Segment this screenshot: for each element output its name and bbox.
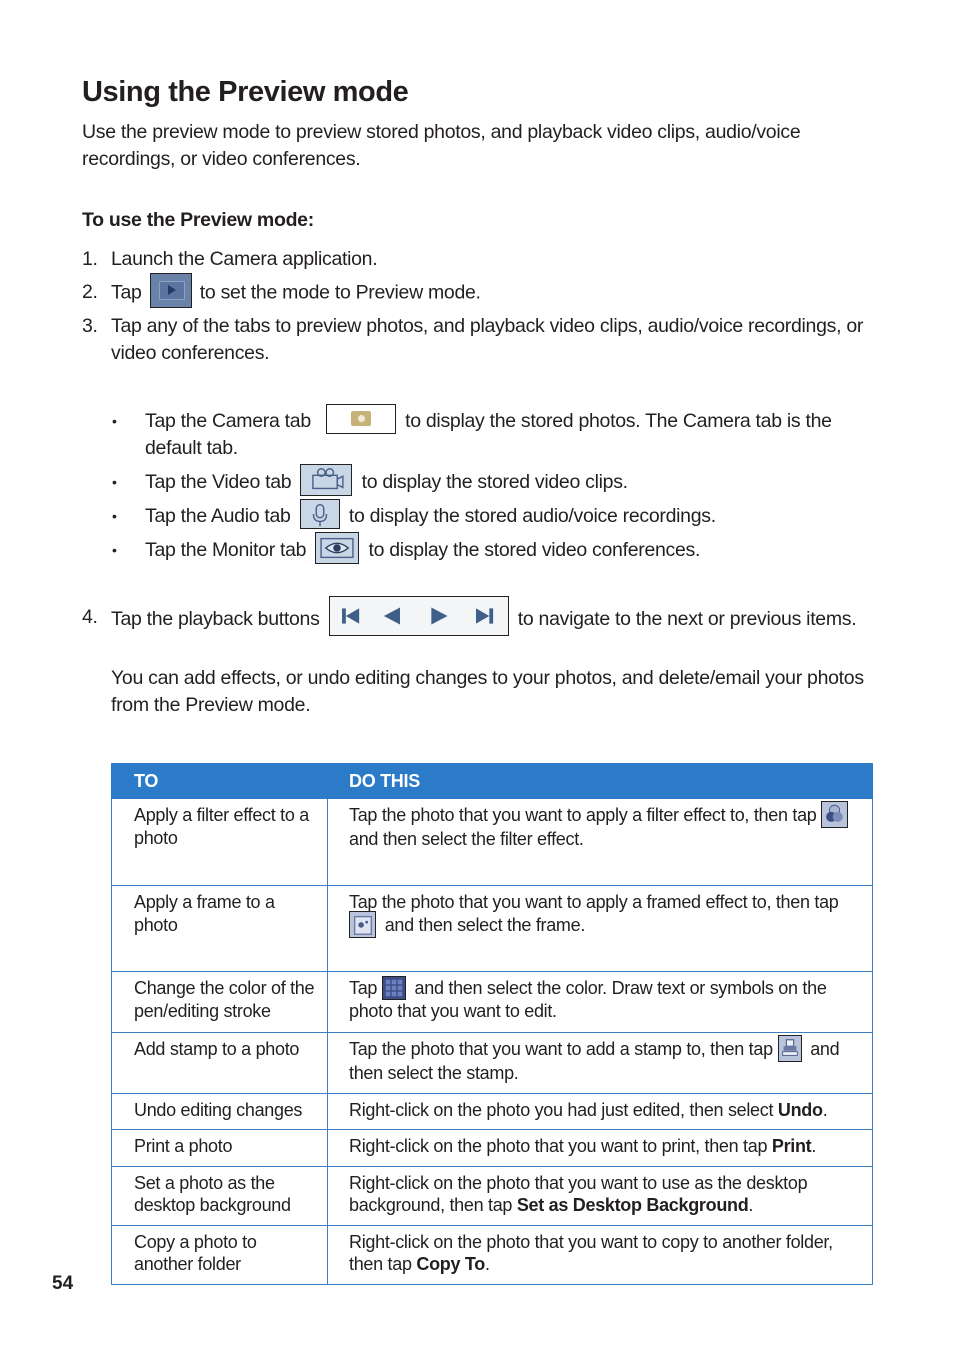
step-text-after: to set the mode to Preview mode. bbox=[194, 281, 481, 304]
next-item-icon bbox=[431, 607, 448, 625]
table-header-row: TO DO THIS bbox=[111, 763, 873, 799]
cell-text: and then select the filter effect. bbox=[349, 829, 584, 850]
cell-text: Right-click on the photo that you want t… bbox=[349, 1136, 768, 1157]
step-number: 2. bbox=[82, 281, 98, 303]
filter-effect-icon bbox=[821, 801, 849, 829]
cell-text: and then select the color. Draw text or … bbox=[349, 978, 827, 1021]
menu-command-copy-to: Copy To bbox=[416, 1254, 485, 1275]
last-item-icon bbox=[475, 608, 493, 624]
actions-table: TO DO THIS Apply a filter effect to a ph… bbox=[111, 763, 873, 1285]
step-number: 3. bbox=[82, 315, 98, 337]
note-text: You can add effects, or undo editing cha… bbox=[111, 667, 864, 716]
bullet-text-after: to display the stored video clips. bbox=[356, 471, 629, 493]
step-text: Launch the Camera application. bbox=[111, 248, 378, 270]
cell-do-this: Right-click on the photo you had just ed… bbox=[327, 1092, 873, 1131]
cell-do-this: Tap and then select the color. Draw text… bbox=[327, 971, 873, 1033]
intro-paragraph: Use the preview mode to preview stored p… bbox=[82, 121, 801, 170]
bullet-text-after: to display the stored audio/voice record… bbox=[343, 505, 716, 527]
video-tab-icon bbox=[300, 463, 353, 496]
playback-buttons-icon bbox=[328, 596, 509, 636]
step-number: 1. bbox=[82, 248, 98, 270]
audio-tab-icon bbox=[299, 498, 340, 529]
table-row: Change the color of the pen/editing stro… bbox=[111, 971, 873, 1033]
cell-do-this: Tap the photo that you want to add a sta… bbox=[327, 1032, 873, 1094]
table-row: Undo editing changes Right-click on the … bbox=[111, 1092, 873, 1131]
color-palette-icon bbox=[381, 975, 406, 1000]
bullet-text: Tap the Video tab to display the stored … bbox=[145, 463, 872, 496]
cell-text: and then select the frame. bbox=[380, 914, 586, 935]
bullet-symbol: • bbox=[112, 508, 117, 524]
bullet-text-before: Tap the Camera tab bbox=[145, 410, 316, 432]
cell-do-this: Right-click on the photo that you want t… bbox=[327, 1224, 873, 1285]
cell-text: Right-click on the photo you had just ed… bbox=[349, 1099, 774, 1120]
bullet-text-before: Tap the Audio tab bbox=[145, 505, 296, 527]
table-row: Set a photo as the desktop background Ri… bbox=[111, 1165, 873, 1226]
stamp-icon bbox=[777, 1035, 802, 1063]
cell-text: . bbox=[748, 1195, 754, 1216]
cell-do-this: Right-click on the photo that you want t… bbox=[327, 1129, 873, 1167]
menu-command-print: Print bbox=[771, 1136, 812, 1157]
cell-to: Copy a photo to another folder bbox=[111, 1224, 328, 1285]
cell-do-this: Tap the photo that you want to apply a f… bbox=[327, 885, 873, 972]
table-row: Copy a photo to another folder Right-cli… bbox=[111, 1224, 873, 1285]
bullet-text-after: to display the stored video conferences. bbox=[363, 539, 701, 561]
header-do-this: DO THIS bbox=[327, 763, 873, 799]
cell-to: Undo editing changes bbox=[111, 1092, 328, 1131]
bullet-text-before: Tap the Monitor tab bbox=[145, 539, 312, 561]
preview-mode-icon bbox=[149, 273, 192, 308]
header-to: TO bbox=[111, 763, 328, 799]
cell-to: Apply a frame to a photo bbox=[111, 885, 328, 972]
cell-to: Change the color of the pen/editing stro… bbox=[111, 971, 328, 1033]
bullet-symbol: • bbox=[112, 474, 117, 490]
cell-to: Apply a filter effect to a photo bbox=[111, 798, 328, 886]
cell-text: . bbox=[811, 1136, 817, 1157]
camera-tab-icon bbox=[325, 403, 396, 434]
cell-to: Add stamp to a photo bbox=[111, 1032, 328, 1094]
menu-command-set-desktop-background: Set as Desktop Background bbox=[516, 1195, 749, 1216]
table-row: Apply a filter effect to a photo Tap the… bbox=[111, 798, 873, 886]
table-row: Apply a frame to a photo Tap the photo t… bbox=[111, 885, 873, 972]
step-text-before: Tap the playback buttons bbox=[111, 608, 325, 631]
cell-do-this: Tap the photo that you want to apply a f… bbox=[327, 798, 873, 886]
bullet-text: Tap the Audio tab to display the stored … bbox=[145, 498, 872, 530]
step-number: 4. bbox=[82, 606, 98, 628]
step-text-before: Tap bbox=[111, 281, 147, 304]
cell-to: Print a photo bbox=[111, 1129, 328, 1167]
frame-icon bbox=[349, 910, 376, 938]
cell-text: Tap the photo that you want to apply a f… bbox=[349, 892, 839, 912]
cell-to: Set a photo as the desktop background bbox=[111, 1165, 328, 1226]
procedure-heading: To use the Preview mode: bbox=[82, 209, 314, 231]
step-text: Tap any of the tabs to preview photos, a… bbox=[111, 315, 864, 364]
menu-command-undo: Undo bbox=[777, 1099, 823, 1120]
bullet-text: Tap the Camera tab to display the stored… bbox=[145, 403, 872, 462]
cell-do-this: Right-click on the photo that you want t… bbox=[327, 1165, 873, 1226]
table-row: Add stamp to a photo Tap the photo that … bbox=[111, 1032, 873, 1094]
bullet-text: Tap the Monitor tab to display the store… bbox=[145, 531, 872, 564]
page-number: 54 bbox=[52, 1273, 74, 1294]
cell-text: Tap the photo that you want to add a sta… bbox=[349, 1039, 773, 1059]
bullet-text-before: Tap the Video tab bbox=[145, 471, 297, 493]
first-item-icon bbox=[341, 608, 359, 624]
bullet-symbol: • bbox=[112, 542, 117, 558]
step-text-after: to navigate to the next or previous item… bbox=[512, 608, 857, 631]
cell-text: . bbox=[484, 1254, 490, 1275]
step-text: Tap to set the mode to Preview mode. bbox=[111, 273, 872, 308]
previous-item-icon bbox=[383, 607, 400, 625]
cell-text: Tap bbox=[349, 978, 378, 998]
monitor-tab-icon bbox=[315, 531, 360, 564]
cell-text: Tap the photo that you want to apply a f… bbox=[349, 805, 817, 825]
table-row: Print a photo Right-click on the photo t… bbox=[111, 1129, 873, 1167]
page-title: Using the Preview mode bbox=[82, 76, 409, 108]
step-text: Tap the playback buttons to navigate to … bbox=[111, 596, 872, 636]
cell-text: . bbox=[822, 1099, 828, 1120]
bullet-symbol: • bbox=[112, 413, 117, 429]
